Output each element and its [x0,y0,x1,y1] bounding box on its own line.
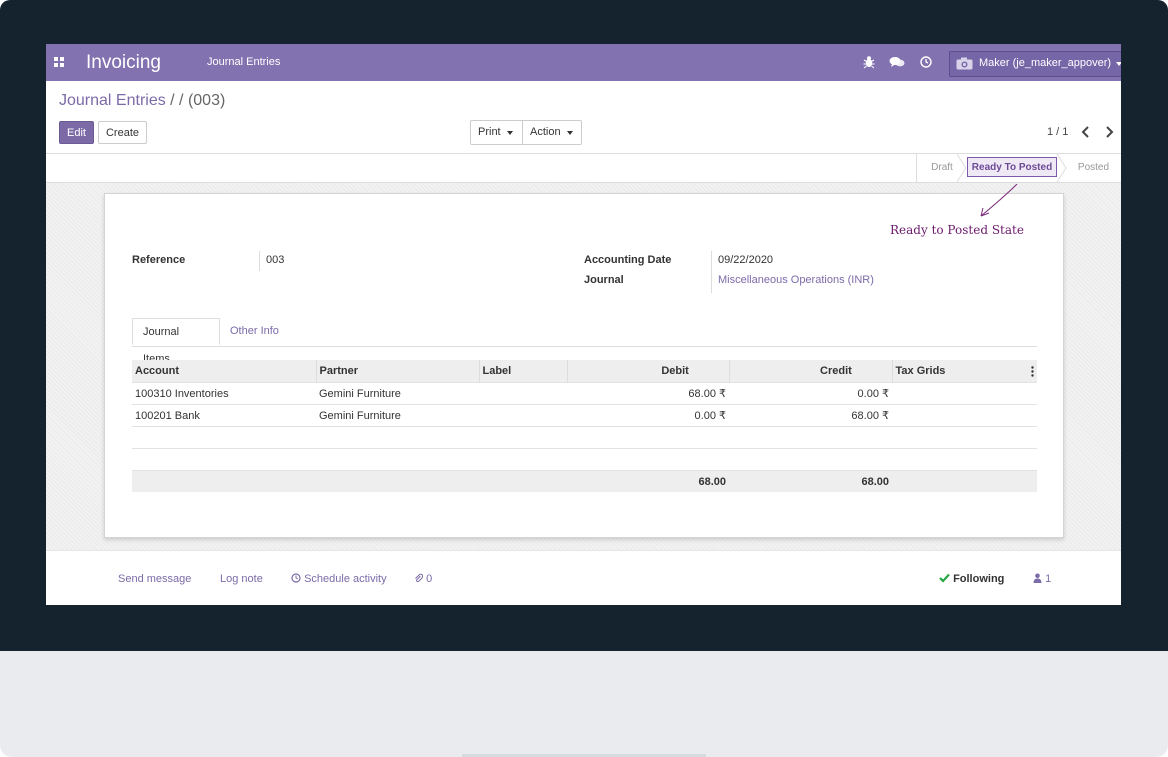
status-bar: Draft Ready To Posted Posted [46,153,1121,183]
camera-icon [956,57,973,70]
totals-row: 68.00 68.00 [132,470,1037,492]
edit-button[interactable]: Edit [59,121,94,144]
monitor-stand [0,651,1168,757]
schedule-activity-label: Schedule activity [304,573,387,585]
column-debit-label: Debit [661,365,689,377]
cell-credit: 68.00 ₹ [729,404,892,427]
breadcrumb-journal-entries[interactable]: Journal Entries [59,92,166,109]
cell-partner: Gemini Furniture [316,382,479,405]
create-button[interactable]: Create [98,121,147,144]
clock-icon[interactable] [919,54,933,70]
cell-partner: Gemini Furniture [316,404,479,427]
form-tabs: Journal Items Other Info [132,318,1037,365]
column-partner[interactable]: Partner [315,360,479,383]
menu-journal-entries[interactable]: Journal Entries [207,56,280,68]
send-message-button[interactable]: Send message [118,573,191,585]
cell-account: 100310 Inventories [132,382,316,405]
followers-count: 1 [1045,573,1052,585]
chat-icon[interactable] [889,54,905,70]
cell-tax-grids [892,404,1037,427]
followers-button[interactable]: 1 [1033,573,1051,585]
journal-items-table: Account Partner Label Debit Credit Tax G… [132,360,1037,492]
action-label: Action [530,126,561,138]
print-label: Print [478,126,501,138]
chevron-right-icon[interactable] [1103,125,1115,139]
check-icon [939,573,950,583]
field-separator [259,251,260,271]
empty-row [132,448,1037,471]
reference-value[interactable]: 003 [266,254,284,266]
chevron-left-icon[interactable] [1080,125,1092,139]
clock-icon [291,573,301,583]
column-tax-grids-label: Tax Grids [895,365,946,377]
action-button[interactable]: Action [523,121,581,144]
log-note-button[interactable]: Log note [220,573,263,585]
attachments-count: 0 [426,573,433,585]
column-label[interactable]: Label [478,360,567,383]
total-credit: 68.00 [729,470,892,492]
breadcrumb: Journal Entries / / (003) [59,92,225,110]
user-icon [1033,573,1042,583]
paperclip-icon [415,573,424,583]
reference-label: Reference [132,254,186,266]
form-sheet: Ready to Posted State Reference 003 Acco… [104,184,1064,538]
chevron-down-icon [507,131,513,135]
cell-credit: 0.00 ₹ [729,382,892,405]
breadcrumb-current: (003) [187,92,226,109]
user-menu[interactable]: Maker (je_maker_appover) [949,51,1121,77]
table-row[interactable]: 100310 Inventories Gemini Furniture 68.0… [132,382,1037,405]
print-action-group: Print Action [470,120,582,145]
empty-row [132,426,1037,449]
cell-label [479,382,567,405]
print-button[interactable]: Print [471,121,523,144]
table-header-row: Account Partner Label Debit Credit Tax G… [132,360,1037,383]
table-row[interactable]: 100201 Bank Gemini Furniture 0.00 ₹ 68.0… [132,404,1037,427]
total-debit: 68.00 [567,470,729,492]
schedule-activity-button[interactable]: Schedule activity [291,573,387,585]
tab-other-info[interactable]: Other Info [220,318,289,345]
column-tax-grids[interactable]: Tax Grids [891,360,1037,383]
following-label: Following [953,573,1005,585]
cell-debit: 0.00 ₹ [567,404,729,427]
column-credit[interactable]: Credit [728,360,892,383]
stage-posted[interactable]: Posted [1066,154,1121,182]
stage-divider [957,154,967,182]
chevron-down-icon [1116,62,1121,66]
annotation-arrow-icon [980,184,1018,217]
column-options-icon[interactable] [1031,366,1034,377]
user-name: Maker (je_maker_appover) [979,57,1112,69]
annotation-text: Ready to Posted State [890,223,1024,237]
following-button[interactable]: Following [939,573,1004,585]
screen: Invoicing Journal Entries Maker (je_make… [46,44,1121,605]
journal-value[interactable]: Miscellaneous Operations (INR) [718,274,874,286]
tab-journal-items[interactable]: Journal Items [132,318,220,365]
field-separator [711,251,712,293]
cell-label [479,404,567,427]
column-debit[interactable]: Debit [566,360,729,383]
chevron-down-icon [567,131,573,135]
column-credit-label: Credit [820,365,852,377]
accounting-date-value[interactable]: 09/22/2020 [718,254,773,266]
breadcrumb-separator: / / [165,92,188,109]
chatter: Send message Log note Schedule activity … [46,550,1121,605]
cell-tax-grids [892,382,1037,405]
bug-icon[interactable] [862,54,876,70]
top-navbar: Invoicing Journal Entries Maker (je_make… [46,44,1121,81]
stage-ready-to-posted[interactable]: Ready To Posted [967,157,1057,177]
cell-account: 100201 Bank [132,404,316,427]
app-title: Invoicing [86,52,161,73]
accounting-date-label: Accounting Date [584,254,672,266]
apps-icon[interactable] [54,57,65,68]
attachments-button[interactable]: 0 [414,573,432,585]
cell-debit: 68.00 ₹ [567,382,729,405]
journal-label: Journal [584,274,624,286]
pager-value[interactable]: 1 / 1 [1047,126,1068,138]
column-account[interactable]: Account [132,360,316,383]
